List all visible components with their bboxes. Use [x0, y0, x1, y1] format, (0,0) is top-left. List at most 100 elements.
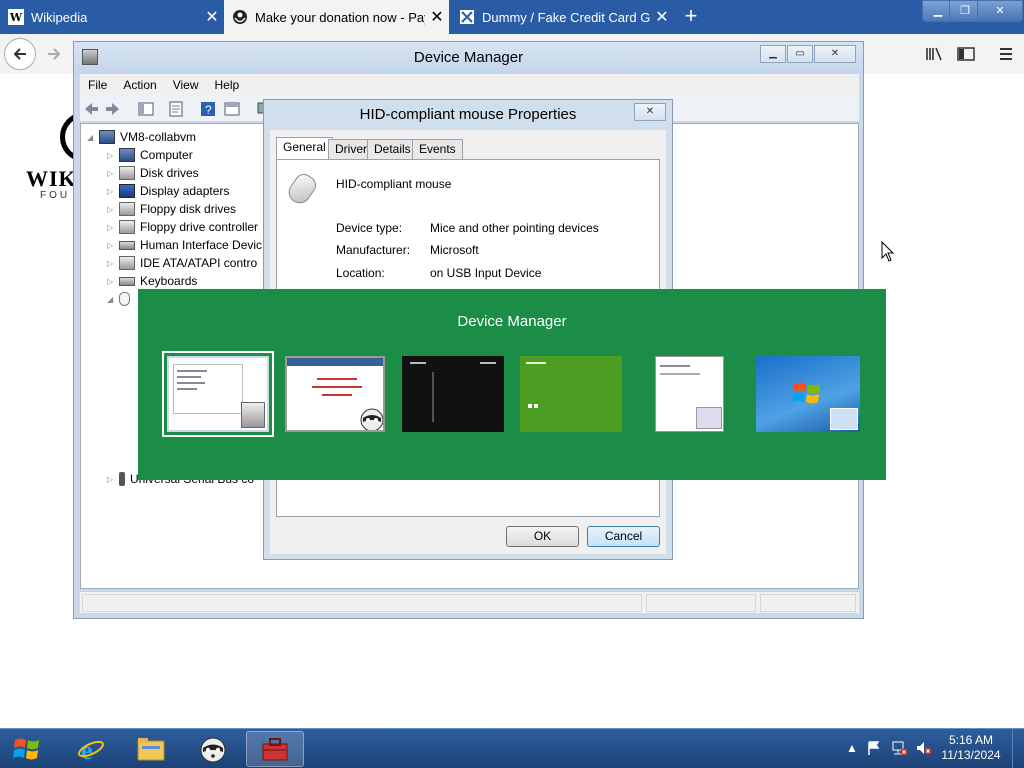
switcher-title: Device Manager	[457, 313, 567, 330]
help-icon[interactable]: ?	[200, 101, 216, 117]
tree-label: IDE ATA/ATAPI contro	[140, 256, 258, 270]
tab-label: Dummy / Fake Credit Card Gen	[482, 9, 650, 25]
tree-item-disk-drives[interactable]: ▷ Disk drives	[107, 164, 199, 182]
collapse-icon[interactable]: ◢	[87, 133, 99, 142]
start-button[interactable]	[0, 731, 54, 767]
computer-icon	[119, 148, 135, 162]
show-hidden-icons[interactable]: ▲	[846, 741, 858, 755]
tab-wikipedia[interactable]: W Wikipedia ✕	[0, 0, 224, 34]
tree-item-floppy-drive-controllers[interactable]: ▷ Floppy drive controller	[107, 218, 258, 236]
device-manager-taskbar-button[interactable]	[246, 731, 304, 767]
tab-label: Wikipedia	[31, 9, 88, 25]
windows-logo-icon	[13, 738, 39, 760]
tree-item-keyboards[interactable]: ▷ Keyboards	[107, 272, 197, 290]
maximize-button[interactable]: ▭	[787, 45, 813, 63]
close-button[interactable]: ✕	[814, 45, 856, 63]
tree-item-floppy-disk-drives[interactable]: ▷ Floppy disk drives	[107, 200, 236, 218]
show-hide-tree-icon[interactable]	[138, 101, 154, 117]
tree-item-ide-ata[interactable]: ▷ IDE ATA/ATAPI contro	[107, 254, 257, 272]
tree-item-computer[interactable]: ▷ Computer	[107, 146, 193, 164]
file-explorer-button[interactable]	[122, 731, 180, 767]
network-icon[interactable]	[891, 740, 909, 756]
expand-icon[interactable]: ▷	[107, 187, 119, 196]
collapse-icon[interactable]: ◢	[107, 295, 119, 304]
taskbar: e ▲ 5:16 AM 11/13/2024	[0, 728, 1024, 768]
thumbnail-browser[interactable]	[285, 356, 385, 432]
menu-bar: File Action View Help	[80, 74, 859, 96]
floppy-icon	[119, 202, 135, 216]
raccoon-icon	[200, 737, 226, 763]
new-tab-button[interactable]: +	[678, 4, 704, 30]
tab-credit-card-generator[interactable]: Dummy / Fake Credit Card Gen ✕	[451, 0, 674, 34]
forward-button[interactable]	[38, 38, 70, 70]
properties-icon[interactable]	[168, 101, 184, 117]
controller-icon	[119, 220, 135, 234]
menu-icon[interactable]	[990, 38, 1022, 70]
card-generator-icon	[459, 9, 475, 25]
expand-icon[interactable]: ▷	[107, 475, 119, 484]
status-cell	[760, 594, 856, 612]
tree-item-hid[interactable]: ▷ Human Interface Devic	[107, 236, 262, 254]
minimize-button[interactable]: ▁	[760, 45, 786, 63]
tab-details[interactable]: Details	[367, 139, 418, 159]
tree-label: Keyboards	[140, 274, 198, 288]
arrow-left-icon	[13, 48, 26, 60]
expand-icon[interactable]: ▷	[107, 205, 119, 214]
volume-muted-icon[interactable]	[915, 740, 933, 756]
raccoon-app-button[interactable]	[184, 731, 242, 767]
expand-icon[interactable]: ▷	[107, 277, 119, 286]
mouse-cursor-icon	[881, 241, 895, 262]
wiki-logo-sub: FOU	[40, 190, 71, 201]
tree-item-display-adapters[interactable]: ▷ Display adapters	[107, 182, 229, 200]
expand-icon[interactable]: ▷	[107, 223, 119, 232]
view-icon[interactable]	[224, 101, 240, 117]
forward-arrow-icon[interactable]	[104, 101, 120, 117]
close-button[interactable]: ✕	[634, 103, 666, 121]
menu-help[interactable]: Help	[207, 78, 248, 92]
ide-controller-icon	[119, 256, 135, 270]
back-arrow-icon[interactable]	[84, 101, 100, 117]
tab-general[interactable]: General	[276, 137, 333, 160]
tree-root[interactable]: ◢ VM8-collabvm	[87, 128, 196, 146]
close-icon[interactable]: ✕	[200, 7, 224, 27]
library-icon[interactable]	[918, 38, 950, 70]
expand-icon[interactable]: ▷	[107, 259, 119, 268]
close-window-button[interactable]: ✕	[977, 0, 1023, 22]
close-icon[interactable]: ✕	[425, 7, 449, 27]
ok-button[interactable]: OK	[506, 526, 579, 547]
menu-view[interactable]: View	[165, 78, 207, 92]
menu-file[interactable]: File	[80, 78, 115, 92]
sidebar-icon[interactable]	[950, 38, 982, 70]
mouse-icon	[119, 292, 130, 306]
toolbox-icon	[262, 738, 288, 761]
thumbnail-desktop[interactable]	[756, 356, 860, 432]
computer-icon	[99, 130, 115, 144]
thumbnail-dark-app[interactable]	[402, 356, 504, 432]
back-button[interactable]	[4, 38, 36, 70]
tab-events[interactable]: Events	[412, 139, 463, 159]
tab-donation[interactable]: Make your donation now - Pay ✕	[224, 0, 449, 34]
tree-label: Display adapters	[140, 184, 230, 198]
menu-action[interactable]: Action	[115, 78, 164, 92]
device-type-value: Mice and other pointing devices	[430, 221, 599, 235]
tree-label: Floppy drive controller	[140, 220, 259, 234]
system-clock[interactable]: 5:16 AM 11/13/2024	[935, 733, 1007, 763]
internet-explorer-button[interactable]: e	[62, 731, 120, 767]
keyboard-icon	[119, 276, 135, 286]
thumbnail-dialog[interactable]	[655, 356, 724, 432]
show-desktop-button[interactable]	[1012, 729, 1024, 768]
thumbnail-start-screen[interactable]	[520, 356, 622, 432]
cancel-button[interactable]: Cancel	[587, 526, 660, 547]
manufacturer-value: Microsoft	[430, 243, 479, 257]
expand-icon[interactable]: ▷	[107, 169, 119, 178]
thumbnail-device-manager[interactable]	[162, 351, 274, 437]
expand-icon[interactable]: ▷	[107, 241, 119, 250]
device-type-label: Device type:	[336, 221, 403, 235]
action-center-flag-icon[interactable]	[866, 740, 882, 756]
close-icon[interactable]: ✕	[650, 7, 674, 27]
internet-explorer-icon: e	[78, 736, 104, 763]
display-adapter-icon	[119, 184, 135, 198]
browser-tab-bar: W Wikipedia ✕ Make your donation now - P…	[0, 0, 1024, 34]
tree-item-mice[interactable]: ◢	[107, 290, 135, 308]
expand-icon[interactable]: ▷	[107, 151, 119, 160]
